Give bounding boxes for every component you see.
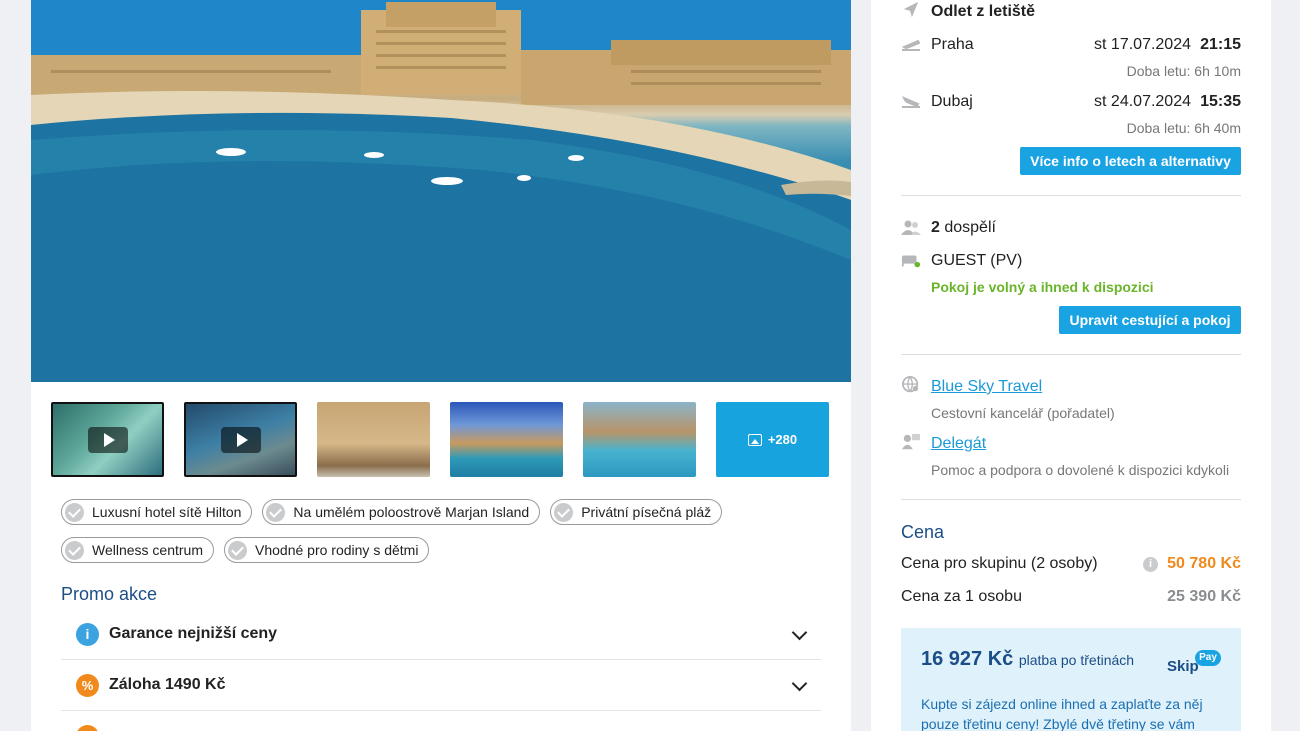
return-flight: Dubaj st 24.07.2024 15:35 Doba letu: 6h … bbox=[901, 91, 1241, 151]
room-availability: Pokoj je volný a ihned k dispozici bbox=[931, 279, 1154, 295]
check-icon bbox=[65, 540, 84, 560]
feature-tag-label: Na umělém poloostrově Marjan Island bbox=[293, 504, 530, 520]
gallery-icon bbox=[747, 433, 762, 446]
plane-landing-icon bbox=[901, 96, 920, 108]
video-thumbnail-2[interactable] bbox=[184, 402, 297, 477]
organizer-description: Cestovní kancelář (pořadatel) bbox=[931, 405, 1115, 421]
check-icon bbox=[266, 502, 286, 522]
skippay-description: Kupte si zájezd online ihned a zaplaťte … bbox=[921, 696, 1203, 731]
hotel-detail-panel: +280 Luxusní hotel sítě Hilton Na umělém… bbox=[31, 0, 851, 731]
outbound-duration: Doba letu: 6h 10m bbox=[1126, 63, 1241, 79]
feature-tag: Luxusní hotel sítě Hilton bbox=[61, 499, 253, 525]
photo-thumbnail-3[interactable] bbox=[583, 402, 696, 477]
gallery-thumbnails: +280 bbox=[51, 402, 831, 477]
skippay-logo-badge: Pay bbox=[1195, 650, 1221, 666]
hero-photo[interactable] bbox=[31, 0, 851, 382]
globe-person-icon bbox=[902, 376, 919, 393]
skippay-amount-row: 16 927 Kč platba po třetinách bbox=[921, 648, 1134, 671]
more-photos-count: +280 bbox=[767, 432, 798, 447]
photo-thumbnail-2[interactable] bbox=[450, 402, 563, 477]
feature-tag: Privátní písečná pláž bbox=[550, 499, 723, 525]
people-icon bbox=[901, 220, 921, 235]
departure-header: Odlet z letiště bbox=[901, 0, 1241, 24]
outbound-date: st 17.07.2024 bbox=[1094, 36, 1191, 53]
play-icon bbox=[87, 426, 128, 453]
percent-icon: % bbox=[76, 673, 99, 697]
promo-title: Promo akce bbox=[61, 584, 158, 604]
return-time: 15:35 bbox=[1200, 93, 1241, 110]
skippay-amount-suffix: platba po třetinách bbox=[1018, 652, 1135, 668]
return-date: st 24.07.2024 bbox=[1094, 93, 1191, 110]
feature-tag: Wellness centrum bbox=[61, 537, 215, 563]
feature-tag-label: Luxusní hotel sítě Hilton bbox=[92, 504, 242, 520]
promo-item-deposit[interactable]: % Záloha 1490 Kč bbox=[61, 660, 821, 711]
hotel-features: Luxusní hotel sítě Hilton Na umělém polo… bbox=[61, 499, 821, 563]
chevron-down-icon bbox=[791, 675, 808, 692]
travelers-count-label: dospělí bbox=[944, 219, 996, 236]
travelers-count: 2 bbox=[931, 219, 940, 236]
delegate-description: Pomoc a podpora o dovolené k dispozici k… bbox=[931, 462, 1230, 478]
divider bbox=[901, 354, 1241, 355]
percent-icon bbox=[76, 725, 99, 731]
promo-list: i Garance nejnižší ceny % Záloha 1490 Kč bbox=[61, 609, 821, 731]
skippay-box: 16 927 Kč platba po třetinách Skip Pay K… bbox=[901, 628, 1241, 731]
check-icon bbox=[65, 502, 84, 522]
photo-thumbnail-1[interactable] bbox=[317, 402, 430, 477]
price-title: Cena bbox=[901, 522, 945, 542]
info-icon[interactable]: i bbox=[1143, 557, 1158, 572]
promo-item-partial bbox=[61, 711, 821, 731]
feature-tag-label: Wellness centrum bbox=[92, 542, 204, 558]
check-icon bbox=[228, 540, 248, 560]
flight-info-button[interactable]: Více info o letech a alternativy bbox=[1020, 147, 1241, 175]
skippay-amount: 16 927 Kč bbox=[921, 648, 1014, 670]
promo-item-price-guarantee[interactable]: i Garance nejnižší ceny bbox=[61, 609, 821, 660]
skippay-logo: Skip Pay bbox=[1167, 650, 1221, 676]
per-person-value: 25 390 Kč bbox=[1167, 588, 1241, 605]
booking-sidebar: Odlet z letiště Praha st 17.07.2024 21:1… bbox=[871, 0, 1271, 731]
delegate-link[interactable]: Delegát bbox=[931, 435, 986, 453]
hero-photo-illustration bbox=[31, 0, 851, 382]
navigation-arrow-icon bbox=[903, 1, 919, 18]
video-thumbnail-1[interactable] bbox=[51, 402, 164, 477]
delegate-row: Delegát Pomoc a podpora o dovolené k dis… bbox=[901, 432, 1241, 482]
edit-travelers-button[interactable]: Upravit cestující a pokoj bbox=[1059, 306, 1241, 334]
skippay-logo-text: Skip bbox=[1167, 658, 1199, 675]
divider bbox=[901, 499, 1241, 500]
check-icon bbox=[554, 502, 574, 522]
outbound-city: Praha bbox=[931, 36, 974, 53]
organizer-link[interactable]: Blue Sky Travel bbox=[931, 378, 1042, 396]
departure-label: Odlet z letiště bbox=[931, 3, 1036, 20]
travelers-row: 2 dospělí bbox=[901, 216, 1241, 242]
room-row: GUEST (PV) Pokoj je volný a ihned k disp… bbox=[901, 249, 1241, 299]
outbound-flight: Praha st 17.07.2024 21:15 Doba letu: 6h … bbox=[901, 34, 1241, 94]
divider bbox=[901, 195, 1241, 196]
group-price-value: 50 780 Kč bbox=[1167, 555, 1241, 572]
return-city: Dubaj bbox=[931, 93, 973, 110]
feature-tag-label: Privátní písečná pláž bbox=[581, 504, 712, 520]
room-type: GUEST (PV) bbox=[931, 252, 1023, 269]
feature-tag: Vhodné pro rodiny s dětmi bbox=[224, 537, 430, 563]
bed-icon bbox=[901, 255, 921, 268]
organizer-row: Blue Sky Travel Cestovní kancelář (pořad… bbox=[901, 375, 1241, 425]
per-person-label: Cena za 1 osobu bbox=[901, 588, 1022, 605]
promo-item-label: Garance nejnižší ceny bbox=[109, 625, 278, 642]
play-icon bbox=[220, 426, 261, 453]
feature-tag: Na umělém poloostrově Marjan Island bbox=[262, 499, 541, 525]
support-agent-icon bbox=[902, 433, 920, 450]
plane-takeoff-icon bbox=[901, 39, 921, 51]
more-photos-button[interactable]: +280 bbox=[716, 402, 829, 477]
price-section: Cena Cena pro skupinu (2 osoby) i 50 780… bbox=[901, 520, 1241, 620]
page: +280 Luxusní hotel sítě Hilton Na umělém… bbox=[0, 0, 1300, 731]
chevron-down-icon bbox=[791, 624, 808, 641]
group-price-label: Cena pro skupinu (2 osoby) bbox=[901, 555, 1098, 572]
return-duration: Doba letu: 6h 40m bbox=[1126, 120, 1241, 136]
promo-item-label: Záloha 1490 Kč bbox=[109, 676, 226, 693]
outbound-time: 21:15 bbox=[1200, 36, 1241, 53]
info-icon: i bbox=[76, 622, 99, 646]
feature-tag-label: Vhodné pro rodiny s dětmi bbox=[255, 542, 419, 558]
